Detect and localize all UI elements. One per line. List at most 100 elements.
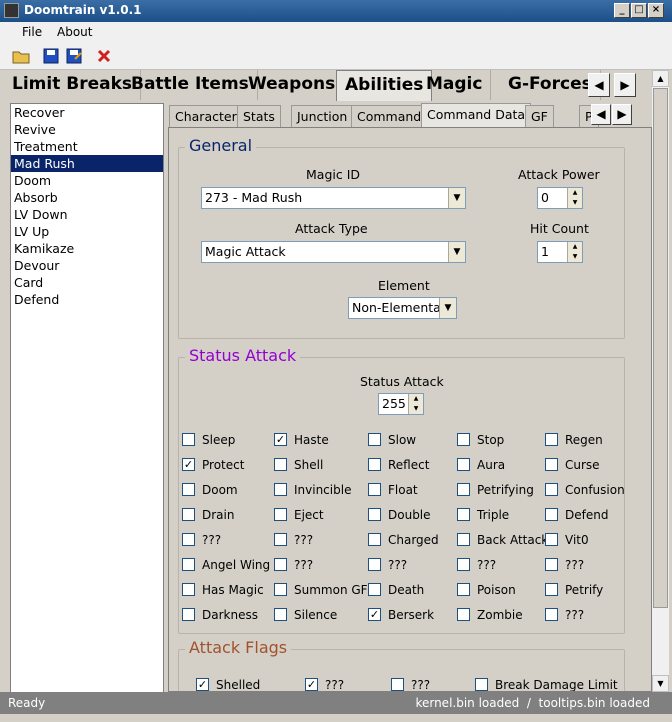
- checkbox[interactable]: [274, 508, 287, 521]
- chevron-down-icon[interactable]: ▼: [439, 298, 456, 318]
- checkbox[interactable]: [457, 508, 470, 521]
- spin-down-icon[interactable]: ▼: [567, 198, 582, 208]
- checkbox-checked[interactable]: ✓: [274, 433, 287, 446]
- checkbox[interactable]: [545, 583, 558, 596]
- chevron-down-icon[interactable]: ▼: [448, 188, 465, 208]
- checkbox[interactable]: [457, 433, 470, 446]
- scroll-down-icon[interactable]: ▼: [652, 675, 669, 692]
- checkbox[interactable]: [182, 583, 195, 596]
- checkbox[interactable]: [182, 533, 195, 546]
- checkbox[interactable]: [182, 483, 195, 496]
- spin-down-icon[interactable]: ▼: [408, 404, 423, 414]
- minimize-button[interactable]: _: [614, 3, 630, 18]
- hit-count-spinner[interactable]: 1 ▲ ▼: [537, 241, 583, 263]
- checkbox[interactable]: [391, 678, 404, 691]
- checkbox[interactable]: [182, 433, 195, 446]
- subtab-scroll-left-button[interactable]: ◀: [591, 104, 611, 125]
- menu-about[interactable]: About: [57, 25, 92, 39]
- checkbox[interactable]: [545, 558, 558, 571]
- checkbox-checked[interactable]: ✓: [305, 678, 318, 691]
- tab-scroll-left-button[interactable]: ◀: [588, 73, 610, 97]
- checkbox[interactable]: [545, 608, 558, 621]
- attack-power-spinner[interactable]: 0 ▲ ▼: [537, 187, 583, 209]
- checkbox[interactable]: [457, 558, 470, 571]
- tab-stats[interactable]: Stats: [237, 105, 281, 127]
- checkbox-checked[interactable]: ✓: [196, 678, 209, 691]
- open-folder-icon[interactable]: [12, 47, 30, 65]
- scrollbar-thumb[interactable]: [653, 88, 668, 608]
- list-item[interactable]: Card: [11, 274, 163, 291]
- close-file-icon[interactable]: [95, 47, 113, 65]
- checkbox[interactable]: [457, 583, 470, 596]
- tab-limit-breaks[interactable]: Limit Breaks: [4, 70, 142, 100]
- checkbox[interactable]: [274, 558, 287, 571]
- checkbox[interactable]: [457, 533, 470, 546]
- tab-command[interactable]: Command: [351, 105, 428, 127]
- checkbox[interactable]: [545, 458, 558, 471]
- tab-command-data[interactable]: Command Data: [421, 103, 532, 128]
- checkbox[interactable]: [368, 483, 381, 496]
- menu-file[interactable]: File: [22, 25, 42, 39]
- spin-up-icon[interactable]: ▲: [567, 188, 582, 198]
- ability-list[interactable]: Recover Revive Treatment Mad Rush Doom A…: [10, 103, 164, 693]
- maximize-button[interactable]: □: [631, 3, 647, 18]
- spin-down-icon[interactable]: ▼: [567, 252, 582, 262]
- spin-up-icon[interactable]: ▲: [408, 394, 423, 404]
- tab-character[interactable]: Character: [169, 105, 243, 127]
- tab-magic[interactable]: Magic: [418, 70, 492, 100]
- status-attack-spinner[interactable]: 255 ▲ ▼: [378, 393, 424, 415]
- list-item[interactable]: Kamikaze: [11, 240, 163, 257]
- spin-up-icon[interactable]: ▲: [567, 242, 582, 252]
- tab-battle-items[interactable]: Battle Items: [123, 70, 258, 100]
- list-item[interactable]: Doom: [11, 172, 163, 189]
- list-item[interactable]: Recover: [11, 104, 163, 121]
- checkbox-checked[interactable]: ✓: [368, 608, 381, 621]
- checkbox[interactable]: [545, 483, 558, 496]
- list-item[interactable]: Devour: [11, 257, 163, 274]
- checkbox[interactable]: [368, 558, 381, 571]
- checkbox[interactable]: [274, 533, 287, 546]
- list-item[interactable]: Treatment: [11, 138, 163, 155]
- checkbox[interactable]: [274, 608, 287, 621]
- vertical-scrollbar[interactable]: ▲ ▼: [652, 70, 669, 692]
- checkbox[interactable]: [274, 483, 287, 496]
- scroll-up-icon[interactable]: ▲: [652, 70, 669, 87]
- checkbox[interactable]: [274, 458, 287, 471]
- tab-scroll-right-button[interactable]: ▶: [614, 73, 636, 97]
- checkbox[interactable]: [475, 678, 488, 691]
- tab-gf[interactable]: GF: [525, 105, 554, 127]
- checkbox[interactable]: [368, 433, 381, 446]
- checkbox[interactable]: [182, 608, 195, 621]
- list-item[interactable]: LV Down: [11, 206, 163, 223]
- checkbox[interactable]: [368, 458, 381, 471]
- checkbox[interactable]: [545, 433, 558, 446]
- checkbox[interactable]: [274, 583, 287, 596]
- subtab-scroll-right-button[interactable]: ▶: [612, 104, 632, 125]
- list-item[interactable]: Defend: [11, 291, 163, 308]
- save-as-icon[interactable]: [65, 47, 83, 65]
- element-select[interactable]: Non-Elemental ▼: [348, 297, 457, 319]
- magic-id-select[interactable]: 273 - Mad Rush ▼: [201, 187, 466, 209]
- list-item[interactable]: Absorb: [11, 189, 163, 206]
- checkbox[interactable]: [457, 608, 470, 621]
- checkbox[interactable]: [457, 458, 470, 471]
- attack-type-select[interactable]: Magic Attack ▼: [201, 241, 466, 263]
- checkbox-checked[interactable]: ✓: [182, 458, 195, 471]
- save-icon[interactable]: [42, 47, 60, 65]
- tab-g-forces[interactable]: G-Forces: [500, 70, 601, 100]
- tab-junction[interactable]: Junction: [291, 105, 354, 127]
- checkbox[interactable]: [368, 533, 381, 546]
- list-item[interactable]: Revive: [11, 121, 163, 138]
- checkbox[interactable]: [545, 508, 558, 521]
- tab-weapons[interactable]: Weapons: [240, 70, 345, 100]
- list-item-selected[interactable]: Mad Rush: [11, 155, 163, 172]
- checkbox[interactable]: [368, 583, 381, 596]
- chevron-down-icon[interactable]: ▼: [448, 242, 465, 262]
- list-item[interactable]: LV Up: [11, 223, 163, 240]
- checkbox[interactable]: [457, 483, 470, 496]
- checkbox[interactable]: [182, 558, 195, 571]
- checkbox[interactable]: [545, 533, 558, 546]
- checkbox[interactable]: [368, 508, 381, 521]
- checkbox[interactable]: [182, 508, 195, 521]
- close-button[interactable]: ×: [648, 3, 664, 18]
